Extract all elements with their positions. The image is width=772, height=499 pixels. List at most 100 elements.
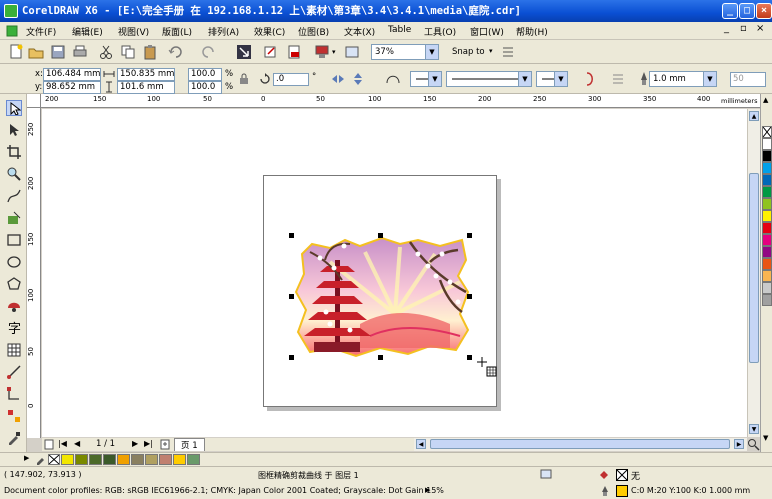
close-curve-icon[interactable] bbox=[385, 71, 401, 87]
no-color-swatch[interactable] bbox=[762, 126, 772, 138]
options-icon[interactable] bbox=[500, 44, 516, 60]
outline-color-swatch[interactable] bbox=[616, 485, 628, 497]
prev-page-button[interactable]: ◀ bbox=[74, 439, 80, 448]
color-swatch[interactable] bbox=[762, 234, 772, 246]
launcher-dropdown-icon[interactable]: ▾ bbox=[332, 48, 336, 56]
color-swatch[interactable] bbox=[762, 246, 772, 258]
scale-x-field[interactable]: 100.0 bbox=[188, 68, 222, 81]
publish-pdf-icon[interactable] bbox=[286, 44, 302, 60]
height-field[interactable]: 101.6 mm bbox=[117, 81, 175, 94]
selection-handle-middle-left[interactable] bbox=[289, 294, 294, 299]
last-page-button[interactable]: ▶| bbox=[144, 439, 153, 448]
selection-handle-top-left[interactable] bbox=[289, 233, 294, 238]
lock-ratio-icon[interactable] bbox=[238, 73, 250, 85]
connector-tool-icon[interactable] bbox=[6, 386, 22, 402]
text-wrap-icon[interactable] bbox=[610, 71, 626, 87]
new-document-icon[interactable] bbox=[8, 44, 24, 60]
color-swatch[interactable] bbox=[762, 174, 772, 186]
ruler-origin[interactable] bbox=[27, 94, 41, 108]
scroll-left-button[interactable]: ◀ bbox=[416, 439, 426, 449]
color-swatch[interactable] bbox=[762, 138, 772, 150]
zoom-level-combo[interactable]: 37% ▼ bbox=[371, 44, 439, 60]
crop-tool-icon[interactable] bbox=[6, 144, 22, 160]
horizontal-scroll-thumb[interactable] bbox=[430, 439, 730, 449]
y-position-field[interactable]: 98.652 mm bbox=[43, 81, 101, 94]
menu-view[interactable]: 视图(V) bbox=[118, 25, 149, 38]
navigator-zoom-icon[interactable] bbox=[747, 438, 760, 451]
selection-handle-bottom-right[interactable] bbox=[467, 355, 472, 360]
page-doc-icon[interactable] bbox=[44, 439, 55, 450]
maximize-button[interactable]: □ bbox=[739, 3, 755, 19]
doc-color-swatch[interactable] bbox=[159, 454, 172, 465]
powerclip-artwork[interactable] bbox=[290, 232, 472, 362]
print-icon[interactable] bbox=[72, 44, 88, 60]
end-arrow-dropdown-icon[interactable]: ▼ bbox=[554, 72, 567, 86]
profiles-arrow-icon[interactable]: ▶ bbox=[425, 486, 430, 494]
outline-width-combo[interactable]: 1.0 mm ▼ bbox=[649, 71, 717, 87]
scroll-up-button[interactable]: ▲ bbox=[749, 111, 759, 121]
dimension-tool-icon[interactable] bbox=[6, 364, 22, 380]
width-field[interactable]: 150.835 mm bbox=[117, 68, 175, 81]
basic-shapes-tool-icon[interactable] bbox=[6, 298, 22, 314]
doc-color-swatch[interactable] bbox=[117, 454, 130, 465]
selection-handle-top-middle[interactable] bbox=[378, 233, 383, 238]
cut-icon[interactable] bbox=[98, 44, 114, 60]
color-swatch[interactable] bbox=[762, 186, 772, 198]
mirror-vertical-icon[interactable] bbox=[350, 71, 366, 87]
export-icon[interactable] bbox=[262, 44, 278, 60]
scroll-down-button[interactable]: ▼ bbox=[749, 424, 759, 434]
doc-color-swatch[interactable] bbox=[89, 454, 102, 465]
selection-handle-middle-right[interactable] bbox=[467, 294, 472, 299]
palette-scroll-up-icon[interactable]: ▲ bbox=[763, 96, 768, 104]
outline-width-dropdown-icon[interactable]: ▼ bbox=[703, 72, 716, 86]
color-swatch[interactable] bbox=[762, 294, 772, 306]
open-folder-icon[interactable] bbox=[28, 44, 44, 60]
save-icon[interactable] bbox=[50, 44, 66, 60]
smart-fill-tool-icon[interactable] bbox=[6, 210, 22, 226]
color-swatch[interactable] bbox=[762, 222, 772, 234]
freehand-tool-icon[interactable] bbox=[6, 188, 22, 204]
color-swatch[interactable] bbox=[762, 258, 772, 270]
rotation-field[interactable]: .0 bbox=[273, 73, 309, 86]
zoom-tool-icon[interactable] bbox=[6, 166, 22, 182]
add-page-icon[interactable] bbox=[160, 439, 171, 450]
menu-help[interactable]: 帮助(H) bbox=[516, 25, 548, 38]
menu-text[interactable]: 文本(X) bbox=[344, 25, 375, 38]
menu-tools[interactable]: 工具(O) bbox=[424, 25, 456, 38]
vertical-ruler[interactable]: 250 200 150 100 50 0 bbox=[27, 108, 41, 438]
start-arrow-combo[interactable]: ▼ bbox=[410, 71, 442, 87]
selection-handle-bottom-middle[interactable] bbox=[378, 355, 383, 360]
doc-color-swatch[interactable] bbox=[145, 454, 158, 465]
blend-tool-icon[interactable] bbox=[6, 408, 22, 424]
import-icon[interactable] bbox=[236, 44, 252, 60]
color-swatch[interactable] bbox=[762, 150, 772, 162]
page-tab[interactable]: 页 1 bbox=[174, 438, 205, 451]
selection-handle-top-right[interactable] bbox=[467, 233, 472, 238]
application-launcher-icon[interactable] bbox=[314, 44, 330, 60]
doc-color-swatch[interactable] bbox=[75, 454, 88, 465]
doc-color-swatch[interactable] bbox=[173, 454, 186, 465]
doc-color-swatch[interactable] bbox=[131, 454, 144, 465]
redo-icon[interactable] bbox=[200, 44, 216, 60]
snap-to-label[interactable]: Snap to bbox=[452, 47, 485, 57]
first-page-button[interactable]: |◀ bbox=[58, 439, 67, 448]
menu-bitmaps[interactable]: 位图(B) bbox=[298, 25, 329, 38]
doc-color-swatch[interactable] bbox=[61, 454, 74, 465]
palette-scroll-down-icon[interactable]: ▼ bbox=[763, 434, 768, 442]
horizontal-ruler[interactable]: 200 150 100 50 0 50 100 150 200 250 300 … bbox=[27, 94, 760, 108]
next-page-button[interactable]: ▶ bbox=[132, 439, 138, 448]
pick-tool-icon[interactable] bbox=[6, 100, 22, 116]
vertical-scroll-thumb[interactable] bbox=[749, 173, 759, 363]
polygon-tool-icon[interactable] bbox=[6, 276, 22, 292]
copy-icon[interactable] bbox=[120, 44, 136, 60]
table-tool-icon[interactable] bbox=[6, 342, 22, 358]
mirror-horizontal-icon[interactable] bbox=[330, 71, 346, 87]
vertical-scrollbar[interactable]: ▲ ▼ bbox=[747, 109, 760, 437]
doc-close-button[interactable]: × bbox=[756, 23, 764, 34]
menu-arrange[interactable]: 排列(A) bbox=[208, 25, 239, 38]
paste-icon[interactable] bbox=[142, 44, 158, 60]
eyedropper-palette-icon[interactable] bbox=[35, 454, 46, 465]
menu-table[interactable]: Table bbox=[388, 25, 411, 35]
menu-effects[interactable]: 效果(C) bbox=[254, 25, 285, 38]
x-position-field[interactable]: 106.484 mm bbox=[43, 68, 101, 81]
